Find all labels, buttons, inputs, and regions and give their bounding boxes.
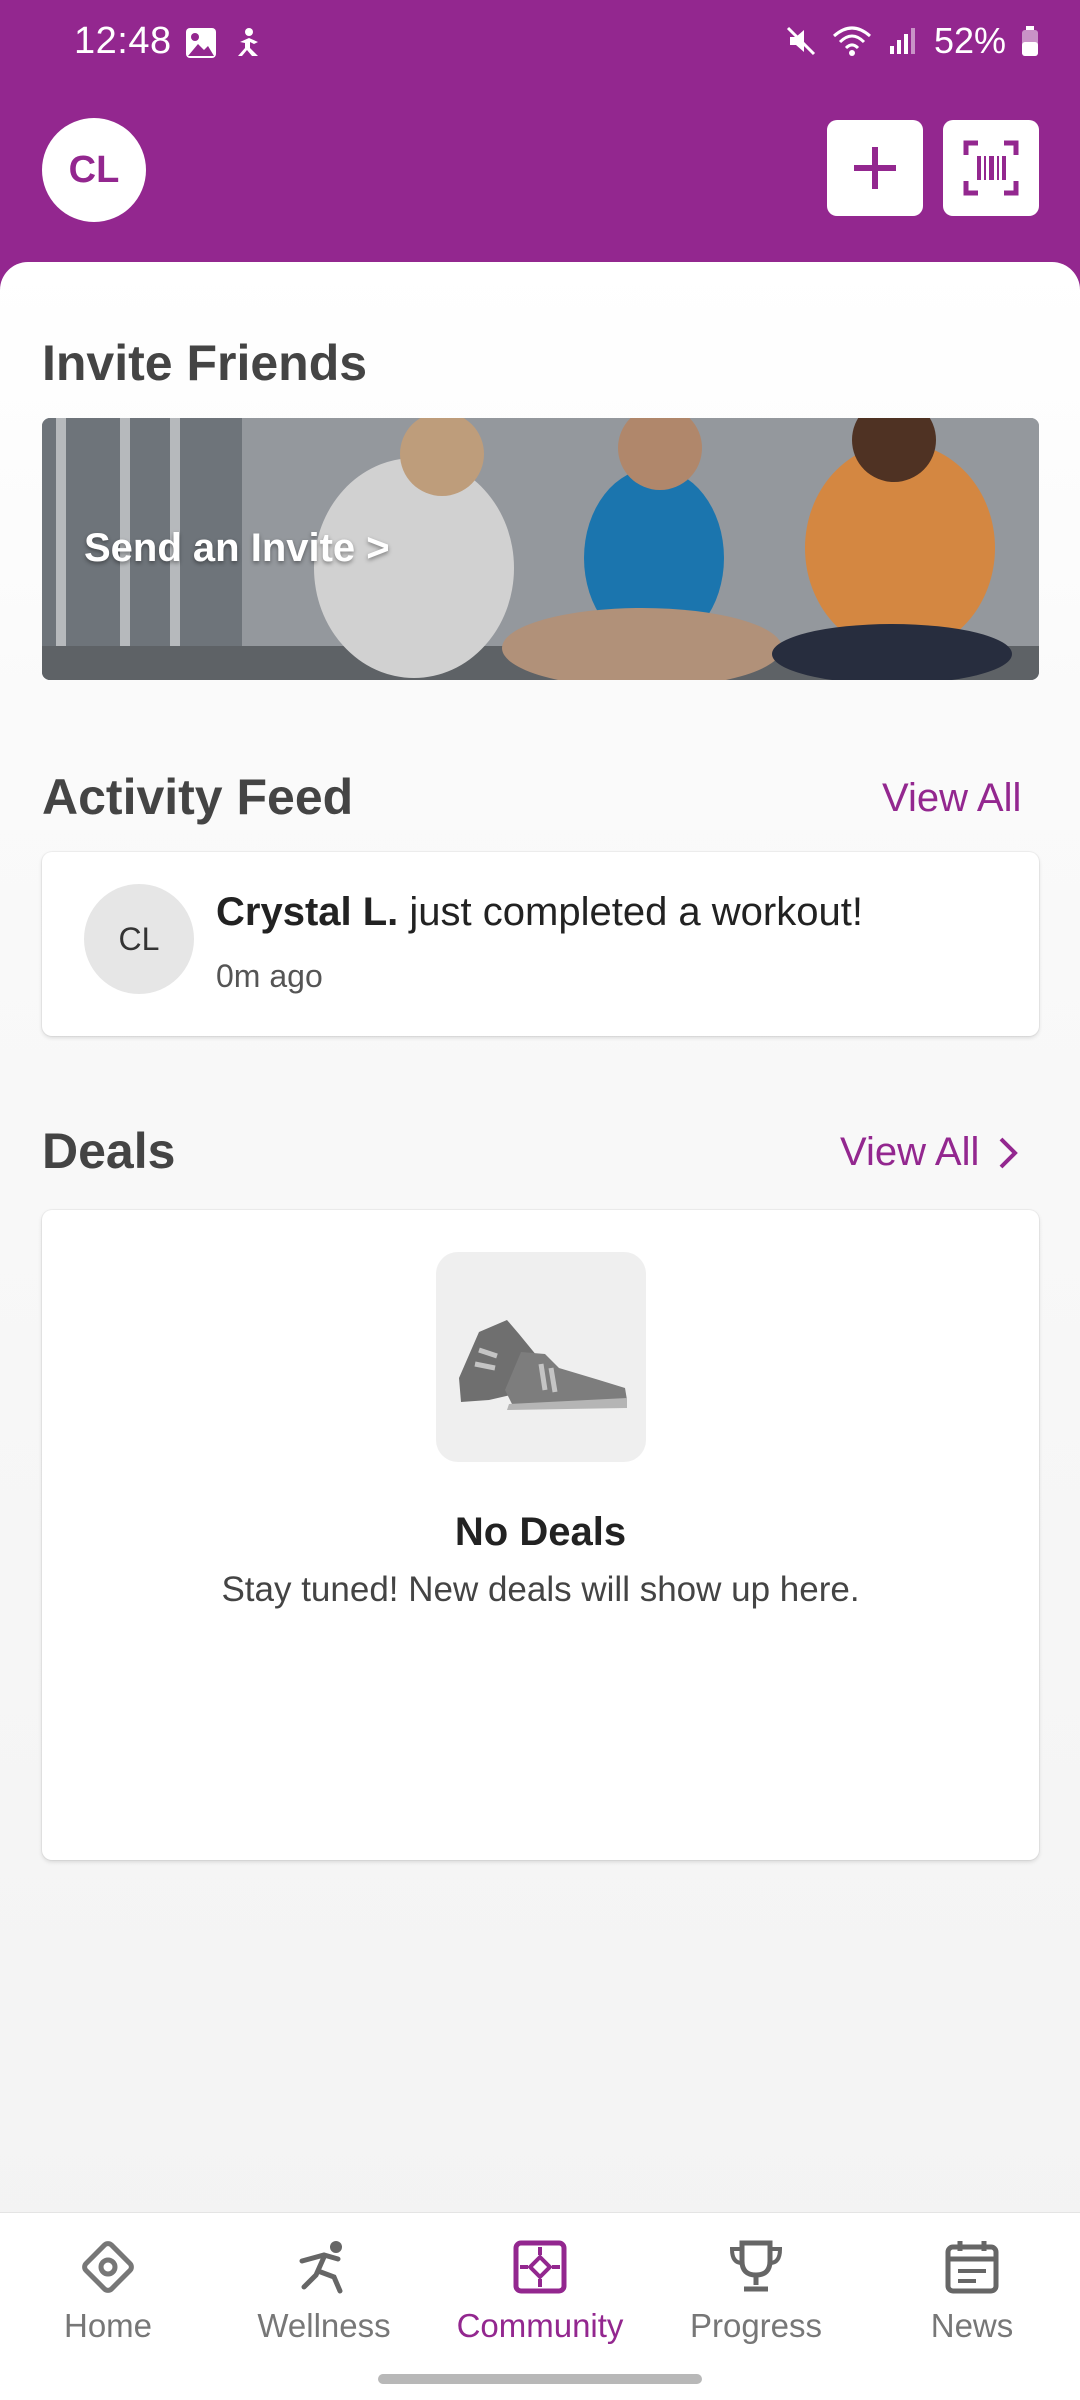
activity-notification-icon (238, 28, 258, 56)
send-invite-link[interactable]: Send an Invite > (84, 526, 390, 571)
feed-user-name: Crystal L. (216, 890, 399, 934)
feed-message: Crystal L. just completed a workout! (216, 890, 863, 935)
activity-view-all-link[interactable]: View All (882, 776, 1021, 821)
bottom-navigation: Home Wellness Community Progress News (0, 2212, 1080, 2400)
feed-avatar: CL (84, 884, 194, 994)
nav-home-label: Home (63, 2307, 153, 2344)
feed-timestamp: 0m ago (216, 958, 323, 994)
barcode-scan-icon (963, 140, 1019, 196)
status-time: 12:48 (74, 20, 172, 62)
signal-icon (889, 28, 915, 54)
deals-view-all-link[interactable]: View All (840, 1130, 1021, 1175)
nav-community[interactable]: Community (432, 2235, 648, 2345)
no-deals-message: Stay tuned! New deals will show up here. (221, 1570, 860, 1609)
deals-empty-image (436, 1252, 646, 1462)
profile-avatar[interactable]: CL (42, 118, 146, 222)
home-icon (82, 2241, 134, 2293)
nav-home[interactable]: Home (0, 2235, 216, 2345)
community-icon (513, 2240, 567, 2294)
activity-feed-item[interactable]: CL Crystal L. just completed a workout! … (42, 852, 1039, 1036)
app-header: 12:48 52% CL (0, 0, 1080, 290)
battery-percent: 52% (933, 20, 1006, 61)
nav-wellness-label: Wellness (257, 2307, 391, 2344)
deals-card: No Deals Stay tuned! New deals will show… (42, 1210, 1039, 1860)
no-deals-title: No Deals (454, 1510, 627, 1554)
deals-view-all-label: View All (840, 1130, 980, 1174)
nav-community-label: Community (456, 2307, 624, 2344)
wifi-icon (832, 26, 871, 56)
nav-wellness[interactable]: Wellness (216, 2235, 432, 2345)
invite-friends-title: Invite Friends (42, 335, 368, 391)
mute-icon (786, 26, 815, 56)
nav-news-label: News (930, 2307, 1014, 2344)
sneakers-icon (459, 1320, 627, 1410)
gallery-notification-icon (186, 28, 216, 58)
wellness-icon (299, 2241, 343, 2294)
nav-progress[interactable]: Progress (648, 2235, 864, 2345)
chevron-right-icon (999, 1137, 1019, 1168)
activity-view-all-label: View All (882, 776, 1022, 820)
invite-banner[interactable]: Send an Invite > (42, 418, 1039, 680)
trophy-icon (729, 2240, 783, 2292)
add-button[interactable] (827, 120, 923, 216)
battery-icon (1022, 26, 1038, 56)
scan-barcode-button[interactable] (943, 120, 1039, 216)
nav-progress-label: Progress (689, 2307, 823, 2344)
calendar-icon (945, 2241, 999, 2294)
plus-icon (854, 147, 896, 189)
activity-feed-title: Activity Feed (42, 769, 354, 825)
feed-action: just completed a workout! (398, 890, 863, 934)
status-bar: 12:48 52% (0, 0, 1080, 90)
home-indicator[interactable] (378, 2374, 702, 2384)
nav-news[interactable]: News (864, 2235, 1080, 2345)
deals-title: Deals (42, 1123, 176, 1179)
